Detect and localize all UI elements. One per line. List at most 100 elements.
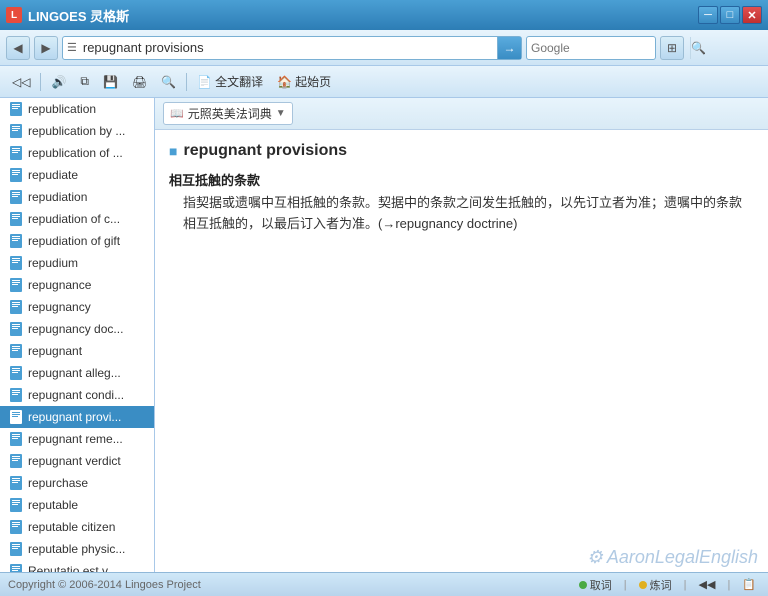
home-label: 起始页 — [295, 73, 331, 90]
book-icon — [8, 541, 24, 557]
sidebar-item-repurchase[interactable]: repurchase — [0, 472, 154, 494]
sub-entry: 相互抵触的条款 指契据或遗嘱中互相抵触的条款。契据中的条款之间发生抵触的，以先订… — [169, 170, 754, 235]
app-title: LINGOES 灵格斯 — [28, 6, 129, 25]
sidebar-item-reputable-citizen[interactable]: reputable citizen — [0, 516, 154, 538]
second-toolbar: ◁◁ 🔊 ⧉ 💾 🖨 🔍 📄 全文翻译 🏠 起始页 — [0, 66, 768, 98]
sidebar-item-republication-of[interactable]: republication of ... — [0, 142, 154, 164]
status-right: 取词 | 炼词 | ◀◀ | 📋 — [575, 576, 760, 594]
book-icon — [8, 277, 24, 293]
sidebar-scroll[interactable]: republication republication by ... repub… — [0, 98, 154, 572]
tb2-translate-button[interactable]: 📄 全文翻译 — [193, 71, 267, 92]
search-input[interactable] — [81, 40, 497, 55]
copyright-text: Copyright © 2006-2014 Lingoes Project — [8, 579, 201, 591]
book-icon — [8, 431, 24, 447]
sidebar-item-repugnancy-doc[interactable]: repugnancy doc... — [0, 318, 154, 340]
tb2-copy-button[interactable]: ⧉ — [76, 72, 93, 91]
google-search-box: 🔍 — [526, 36, 656, 60]
screen-capture-button[interactable]: ⊞ — [660, 36, 684, 60]
search-box: ☰ → — [62, 36, 522, 60]
book-icon — [8, 299, 24, 315]
sidebar-item-reputatio-est-v[interactable]: Reputatio est v... — [0, 560, 154, 572]
nav-back-btn[interactable]: ◀◀ — [695, 577, 720, 592]
sidebar-item-repugnant-verdict[interactable]: repugnant verdict — [0, 450, 154, 472]
chevron-down-icon: ▼ — [276, 108, 286, 119]
window-controls: ─ □ ✕ — [698, 6, 762, 24]
tb2-save-button[interactable]: 💾 — [99, 73, 122, 91]
entry-title: ■ repugnant provisions — [169, 142, 754, 160]
book-icon — [8, 321, 24, 337]
search-box-icon: ☰ — [63, 41, 81, 54]
book-icon — [8, 387, 24, 403]
book-icon — [8, 123, 24, 139]
book-icon — [8, 189, 24, 205]
close-button[interactable]: ✕ — [742, 6, 762, 24]
entry-title-text: repugnant provisions — [183, 142, 347, 160]
dict-selector-label: 元照英美法词典 — [188, 105, 272, 122]
book-icon — [8, 233, 24, 249]
sidebar-item-repugnance[interactable]: repugnance — [0, 274, 154, 296]
book-icon — [8, 365, 24, 381]
status-bar: Copyright © 2006-2014 Lingoes Project 取词… — [0, 572, 768, 596]
sidebar-item-repugnancy[interactable]: repugnancy — [0, 296, 154, 318]
sidebar-item-repugnant-alleg[interactable]: repugnant alleg... — [0, 362, 154, 384]
dict-selector[interactable]: 📖 元照英美法词典 ▼ — [163, 102, 293, 125]
sidebar-item-repugnant-provi[interactable]: repugnant provi... — [0, 406, 154, 428]
dict-selector-bar: 📖 元照英美法词典 ▼ — [155, 98, 768, 130]
main-toolbar: ◀ ▶ ☰ → 🔍 ⊞ — [0, 30, 768, 66]
book-icon — [8, 475, 24, 491]
sidebar-item-repudiation-of-gift[interactable]: repudiation of gift — [0, 230, 154, 252]
home-icon: 🏠 — [277, 75, 292, 89]
sidebar-item-repugnant-reme[interactable]: repugnant reme... — [0, 428, 154, 450]
translate-label: 全文翻译 — [215, 73, 263, 90]
tb2-search-button[interactable]: 🔍 — [157, 73, 180, 91]
sidebar-item-repugnant[interactable]: repugnant — [0, 340, 154, 362]
tb2-sep1 — [40, 73, 41, 91]
lianci-label: 炼词 — [650, 577, 672, 593]
entry-title-icon: ■ — [169, 143, 177, 159]
sidebar-item-republication-by[interactable]: republication by ... — [0, 120, 154, 142]
sidebar-item-reputable-physic[interactable]: reputable physic... — [0, 538, 154, 560]
main-area: republication republication by ... repub… — [0, 98, 768, 572]
tb2-nav-back[interactable]: ◁◁ — [8, 73, 34, 91]
book-icon — [8, 255, 24, 271]
sidebar-item-repudiate[interactable]: repudiate — [0, 164, 154, 186]
minimize-button[interactable]: ─ — [698, 6, 718, 24]
quci-dot — [579, 581, 587, 589]
sidebar-item-reputable[interactable]: reputable — [0, 494, 154, 516]
book-icon-active — [8, 409, 24, 425]
title-bar: L LINGOES 灵格斯 ─ □ ✕ — [0, 0, 768, 30]
clipboard-btn[interactable]: 📋 — [738, 577, 760, 592]
quci-label: 取词 — [590, 577, 612, 593]
lianci-button[interactable]: 炼词 — [635, 576, 676, 594]
content-panel: 📖 元照英美法词典 ▼ ■ repugnant provisions 相互抵触的… — [155, 98, 768, 572]
book-icon — [8, 145, 24, 161]
book-icon — [8, 497, 24, 513]
tb2-print-button[interactable]: 🖨 — [128, 73, 151, 91]
sidebar-item-repudiation-of-c[interactable]: repudiation of c... — [0, 208, 154, 230]
maximize-button[interactable]: □ — [720, 6, 740, 24]
quci-button[interactable]: 取词 — [575, 576, 616, 594]
book-icon — [8, 519, 24, 535]
tb2-sep2 — [186, 73, 187, 91]
translate-icon: 📄 — [197, 75, 212, 89]
app-icon: L — [6, 7, 22, 23]
sidebar-item-repugnant-condi[interactable]: repugnant condi... — [0, 384, 154, 406]
back-button[interactable]: ◀ — [6, 36, 30, 60]
tb2-speaker-button[interactable]: 🔊 — [47, 73, 70, 91]
sidebar: republication republication by ... repub… — [0, 98, 155, 572]
sidebar-item-repudiation[interactable]: repudiation — [0, 186, 154, 208]
book-icon — [8, 101, 24, 117]
sidebar-item-republication[interactable]: republication — [0, 98, 154, 120]
google-search-button[interactable]: 🔍 — [690, 37, 706, 59]
book-icon — [8, 343, 24, 359]
book-icon — [8, 167, 24, 183]
tb2-home-button[interactable]: 🏠 起始页 — [273, 71, 335, 92]
sidebar-item-repudium[interactable]: repudium — [0, 252, 154, 274]
forward-button[interactable]: ▶ — [34, 36, 58, 60]
search-go-button[interactable]: → — [497, 37, 521, 59]
sub-entry-content: 指契据或遗嘱中互相抵触的条款。契据中的条款之间发生抵触的，以先订立者为准；遗嘱中… — [169, 193, 754, 235]
content-body: ■ repugnant provisions 相互抵触的条款 指契据或遗嘱中互相… — [155, 130, 768, 572]
book-icon — [8, 453, 24, 469]
sub-entry-title: 相互抵触的条款 — [169, 170, 754, 189]
dict-selector-icon: 📖 — [170, 107, 184, 120]
